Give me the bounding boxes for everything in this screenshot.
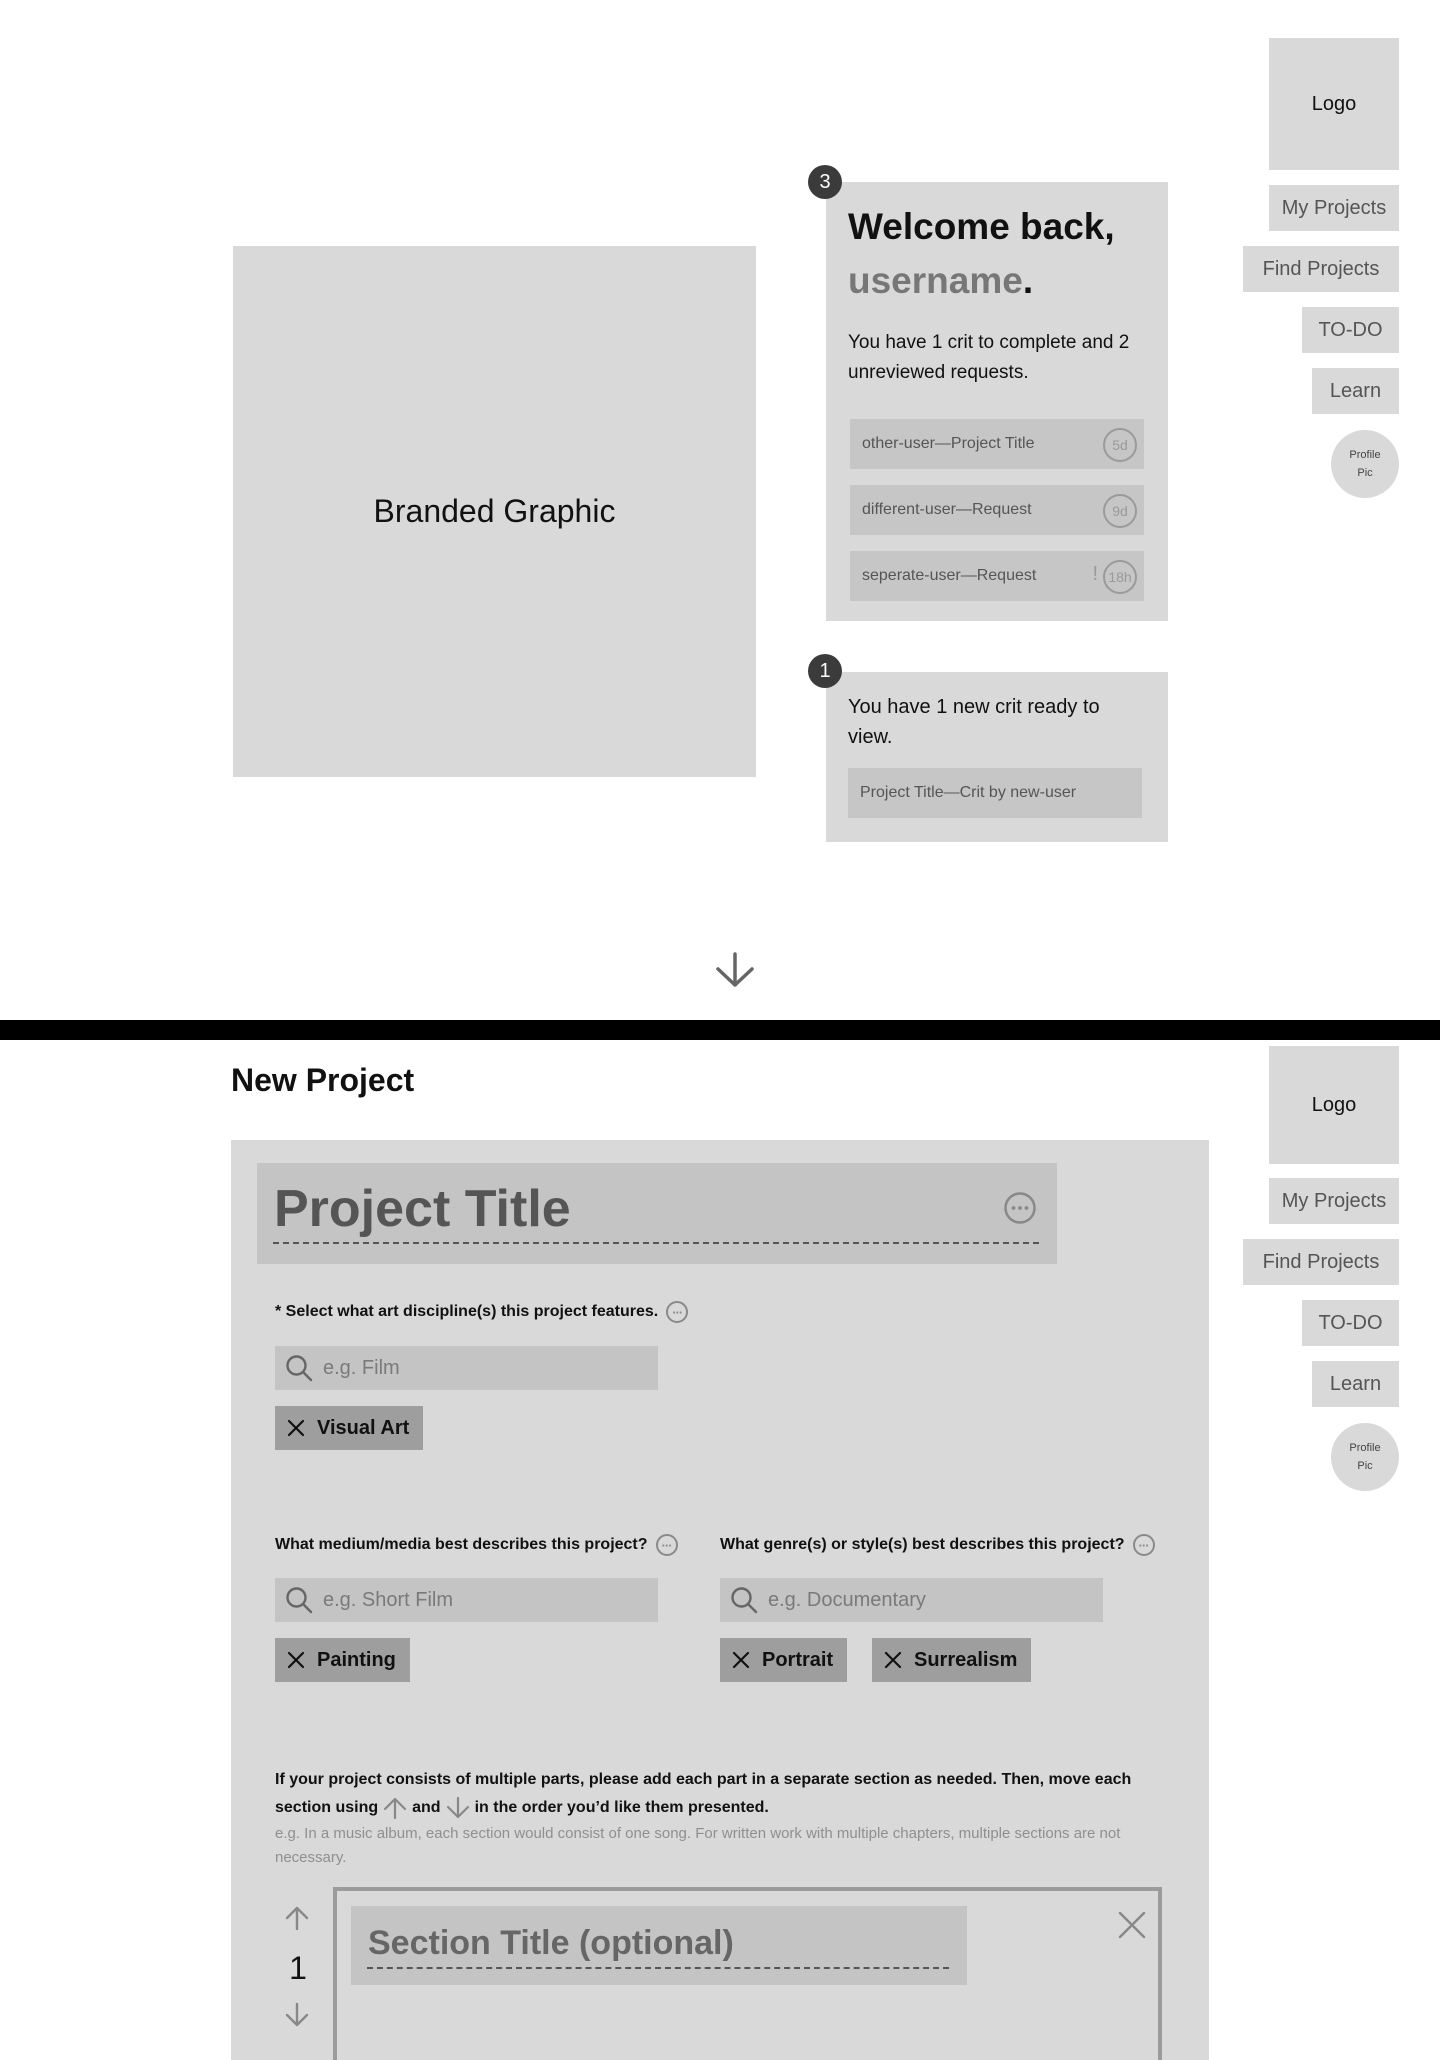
todo-card: Welcome back, username. You have 1 crit … — [826, 182, 1168, 621]
medium-label: What medium/media best describes this pr… — [275, 1534, 678, 1556]
todo-item-label: other-user—Project Title — [862, 435, 1035, 452]
project-title-placeholder: Project Title — [274, 1180, 571, 1238]
arrow-down-icon[interactable] — [714, 951, 756, 994]
nav-learn[interactable]: Learn — [1312, 368, 1399, 414]
username: username — [848, 260, 1023, 301]
logo[interactable]: Logo — [1269, 1046, 1399, 1164]
branded-graphic: Branded Graphic — [233, 246, 756, 777]
crit-item-label: Project Title—Crit by new-user — [860, 784, 1077, 801]
username-line: username. — [848, 260, 1033, 302]
info-icon[interactable]: ··· — [1132, 1534, 1155, 1556]
close-icon[interactable] — [732, 1651, 750, 1669]
project-form: Project Title * Select what art discipli… — [231, 1140, 1209, 2060]
arrow-down-icon — [446, 1796, 469, 1819]
close-icon[interactable] — [1118, 1911, 1146, 1944]
close-icon[interactable] — [884, 1651, 902, 1669]
instructions-text: and — [412, 1799, 441, 1816]
logo[interactable]: Logo — [1269, 38, 1399, 170]
search-icon — [286, 1355, 313, 1382]
sections-instructions-line1: If your project consists of multiple par… — [275, 1771, 1132, 1788]
chip-label: Portrait — [762, 1648, 834, 1671]
discipline-label: * Select what art discipline(s) this pro… — [275, 1301, 689, 1323]
todo-item[interactable]: seperate-user—Request ! 18h — [850, 551, 1144, 601]
nav-todo[interactable]: TO-DO — [1302, 1300, 1399, 1346]
instructions-text: in the order you’d like them presented. — [474, 1799, 769, 1816]
chip-portrait[interactable]: Portrait — [720, 1638, 848, 1682]
avatar-label: Profile Pic — [1349, 1442, 1381, 1472]
medium-search-input[interactable]: e.g. Short Film — [275, 1578, 658, 1622]
chip-painting[interactable]: Painting — [275, 1638, 410, 1682]
discipline-label-text: * Select what art discipline(s) this pro… — [275, 1303, 659, 1320]
chip-surrealism[interactable]: Surrealism — [872, 1638, 1032, 1682]
discipline-search-input[interactable]: e.g. Film — [275, 1346, 658, 1390]
branded-graphic-label: Branded Graphic — [373, 493, 616, 529]
todo-item[interactable]: different-user—Request 9d — [850, 485, 1144, 535]
nav-find-projects[interactable]: Find Projects — [1243, 1239, 1399, 1285]
genre-placeholder: e.g. Documentary — [768, 1588, 926, 1611]
arrow-up-icon — [384, 1797, 407, 1820]
close-icon[interactable] — [287, 1419, 305, 1437]
avatar-label: Profile Pic — [1349, 449, 1381, 479]
instructions-text: section using — [275, 1799, 379, 1816]
move-up-button[interactable] — [284, 1905, 310, 1936]
close-icon[interactable] — [287, 1651, 305, 1669]
todo-item[interactable]: other-user—Project Title 5d — [850, 419, 1144, 469]
chip-label: Painting — [317, 1648, 396, 1671]
nav-my-projects[interactable]: My Projects — [1269, 1178, 1399, 1224]
genre-label: What genre(s) or style(s) best describes… — [720, 1534, 1155, 1556]
crit-card: You have 1 new crit ready to view. Proje… — [826, 672, 1168, 842]
section-number: 1 — [289, 1950, 307, 1986]
section-title-placeholder: Section Title (optional) — [368, 1924, 734, 1962]
chip-visual-art[interactable]: Visual Art — [275, 1406, 424, 1450]
welcome-heading: Welcome back, — [848, 206, 1115, 247]
time-remaining-badge: 9d — [1103, 494, 1137, 528]
todo-item-label: seperate-user—Request — [862, 567, 1037, 584]
sections-instructions-line2: section using and in the order you’d lik… — [275, 1794, 1155, 1822]
todo-summary: You have 1 crit to complete and 2 unrevi… — [848, 332, 1130, 383]
username-period: . — [1022, 260, 1034, 301]
chip-label: Visual Art — [317, 1416, 410, 1439]
discipline-placeholder: e.g. Film — [323, 1356, 400, 1379]
move-down-button[interactable] — [284, 2002, 310, 2033]
sections-hint: e.g. In a music album, each section woul… — [275, 1825, 1121, 1866]
crit-item[interactable]: Project Title—Crit by new-user — [848, 768, 1142, 818]
todo-count-badge: 3 — [808, 165, 842, 199]
screen-divider — [0, 1020, 1440, 1040]
genre-search-input[interactable]: e.g. Documentary — [720, 1578, 1103, 1622]
sections-instructions: If your project consists of multiple par… — [275, 1766, 1155, 1822]
nav-todo[interactable]: TO-DO — [1302, 307, 1399, 353]
crit-count-badge: 1 — [808, 654, 842, 688]
search-icon — [731, 1587, 758, 1614]
section-title-field[interactable]: Section Title (optional) — [351, 1906, 967, 1985]
nav-find-projects[interactable]: Find Projects — [1243, 246, 1399, 292]
medium-label-text: What medium/media best describes this pr… — [275, 1536, 648, 1553]
page-title: New Project — [231, 1062, 415, 1098]
section-card: Section Title (optional) — [333, 1887, 1162, 2060]
info-icon[interactable]: ··· — [655, 1534, 678, 1556]
time-remaining-badge: 18h — [1103, 560, 1137, 594]
time-remaining-badge: 5d — [1103, 428, 1137, 462]
logo-label: Logo — [1311, 1093, 1357, 1116]
title-underline — [273, 1242, 1039, 1244]
urgent-icon: ! — [1092, 563, 1098, 585]
nav-my-projects[interactable]: My Projects — [1269, 185, 1399, 231]
section-title-underline — [367, 1967, 949, 1969]
logo-label: Logo — [1311, 92, 1357, 115]
todo-item-label: different-user—Request — [862, 501, 1032, 518]
medium-placeholder: e.g. Short Film — [323, 1588, 454, 1611]
avatar[interactable]: Profile Pic — [1331, 430, 1399, 498]
search-icon — [286, 1587, 313, 1614]
genre-label-text: What genre(s) or style(s) best describes… — [720, 1536, 1125, 1553]
info-icon[interactable]: ··· — [666, 1301, 689, 1323]
avatar[interactable]: Profile Pic — [1331, 1423, 1399, 1491]
crit-summary: You have 1 new crit ready to view. — [848, 696, 1100, 748]
chip-label: Surrealism — [914, 1648, 1018, 1671]
more-options-icon[interactable] — [1003, 1191, 1037, 1230]
nav-learn[interactable]: Learn — [1312, 1361, 1399, 1407]
project-title-field[interactable]: Project Title — [257, 1163, 1057, 1264]
